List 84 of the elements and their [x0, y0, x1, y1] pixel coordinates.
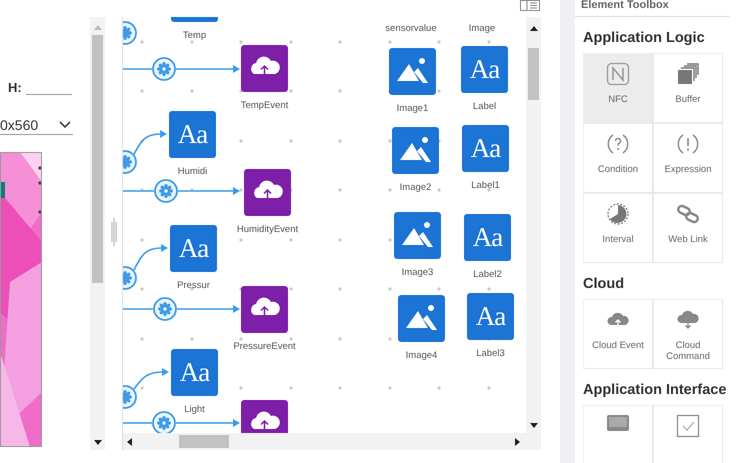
connector-line	[123, 190, 154, 192]
checkbox-icon	[676, 414, 700, 438]
connector-line	[123, 308, 153, 310]
connector-arrow	[177, 305, 240, 313]
gear-icon	[152, 57, 176, 81]
section-heading: Application Logic	[582, 30, 706, 48]
node-caption: Light	[184, 404, 205, 415]
toolbox-item[interactable]: Condition	[583, 123, 653, 193]
scrollbar-thumb[interactable]	[179, 435, 229, 448]
scrollbar-thumb[interactable]	[92, 35, 103, 283]
cloud-upload-node-icon	[244, 169, 291, 216]
toolbox-item[interactable]: NFC	[583, 53, 653, 123]
timer-icon	[606, 202, 630, 226]
node-caption: Label2	[473, 269, 502, 280]
label-node-tile: Aa	[464, 214, 511, 261]
node-caption: Pressur	[177, 280, 210, 291]
connector-arrow	[178, 187, 240, 195]
node-caption: Image4	[406, 350, 438, 361]
node-caption: Image	[468, 23, 496, 34]
node-caption: TempEvent	[240, 100, 288, 111]
node-caption: HumidityEvent	[236, 224, 298, 235]
link-icon	[676, 202, 700, 226]
node-caption: Image3	[402, 267, 434, 278]
panel-title: Element Toolbox	[575, 0, 730, 17]
connector-arrow	[176, 419, 240, 427]
scroll-right-icon[interactable]	[515, 438, 520, 446]
exclamation-icon	[676, 132, 700, 156]
toolbox-item[interactable]	[583, 405, 653, 463]
toolbox-item[interactable]: Expression	[653, 123, 723, 193]
height-label: H:	[8, 80, 22, 95]
label-node-tile: Aa	[171, 349, 218, 396]
gear-icon	[154, 179, 178, 203]
panel-toggle-icon[interactable]	[520, 0, 540, 11]
nfc-icon	[606, 62, 630, 86]
connector-arrow	[133, 244, 168, 270]
node-caption: Image1	[396, 103, 428, 114]
label-node-tile: Aa	[170, 225, 217, 272]
gear-icon	[123, 21, 137, 45]
connector-arrow	[133, 130, 167, 154]
gear-icon	[123, 266, 137, 290]
connector-line	[123, 68, 152, 70]
node-caption: Label	[472, 101, 496, 112]
scroll-left-icon[interactable]	[127, 438, 132, 446]
node-caption: sensorvalue	[385, 23, 437, 34]
node-caption: PressureEvent	[233, 341, 296, 352]
node-caption: Label1	[471, 180, 500, 191]
scroll-down-icon[interactable]	[94, 440, 102, 445]
stacked-pages-icon	[676, 62, 700, 86]
label-node-tile: Aa	[467, 293, 514, 340]
question-icon	[606, 132, 630, 156]
chevron-down-icon	[59, 121, 71, 129]
toolbox-item[interactable]: Interval	[583, 193, 653, 263]
connector-line	[123, 422, 152, 424]
scroll-down-icon[interactable]	[530, 423, 538, 428]
connector-arrow	[133, 368, 169, 390]
screen-icon	[606, 414, 630, 432]
toolbox-item[interactable]: Cloud Event	[583, 299, 653, 369]
cloud-upload-node-icon	[241, 286, 288, 333]
toolbox-item[interactable]: Buffer	[653, 53, 723, 123]
image-node-icon	[389, 48, 436, 95]
size-dropdown[interactable]: 0x560	[0, 117, 73, 135]
node-caption: Label3	[476, 348, 505, 359]
section-heading: Cloud	[582, 276, 626, 294]
toolbox-item[interactable]: Cloud Command	[653, 299, 723, 369]
node-caption: Temp	[182, 30, 206, 41]
connector-arrow	[176, 65, 240, 73]
gear-icon	[153, 297, 177, 321]
cloud-upload-node-icon	[241, 45, 288, 92]
label-node-tile: Aa	[169, 111, 216, 158]
image-node-icon	[394, 212, 441, 259]
gear-icon	[123, 150, 137, 174]
gear-icon	[123, 385, 137, 409]
label-node-tile: Aa	[462, 125, 509, 172]
scroll-up-icon[interactable]	[530, 26, 538, 31]
node-caption: Humidi	[178, 166, 208, 177]
toolbox-item[interactable]	[653, 405, 723, 463]
toolbox-item[interactable]: Web Link	[653, 193, 723, 263]
splitter-grip-icon[interactable]	[110, 218, 116, 246]
scrollbar-thumb[interactable]	[528, 48, 539, 100]
image-node-icon	[398, 295, 445, 342]
section-heading: Application Interface	[582, 382, 728, 400]
image-node-icon	[392, 127, 439, 174]
node-caption: Image2	[400, 182, 432, 193]
label-node-tile: Aa	[461, 46, 508, 93]
